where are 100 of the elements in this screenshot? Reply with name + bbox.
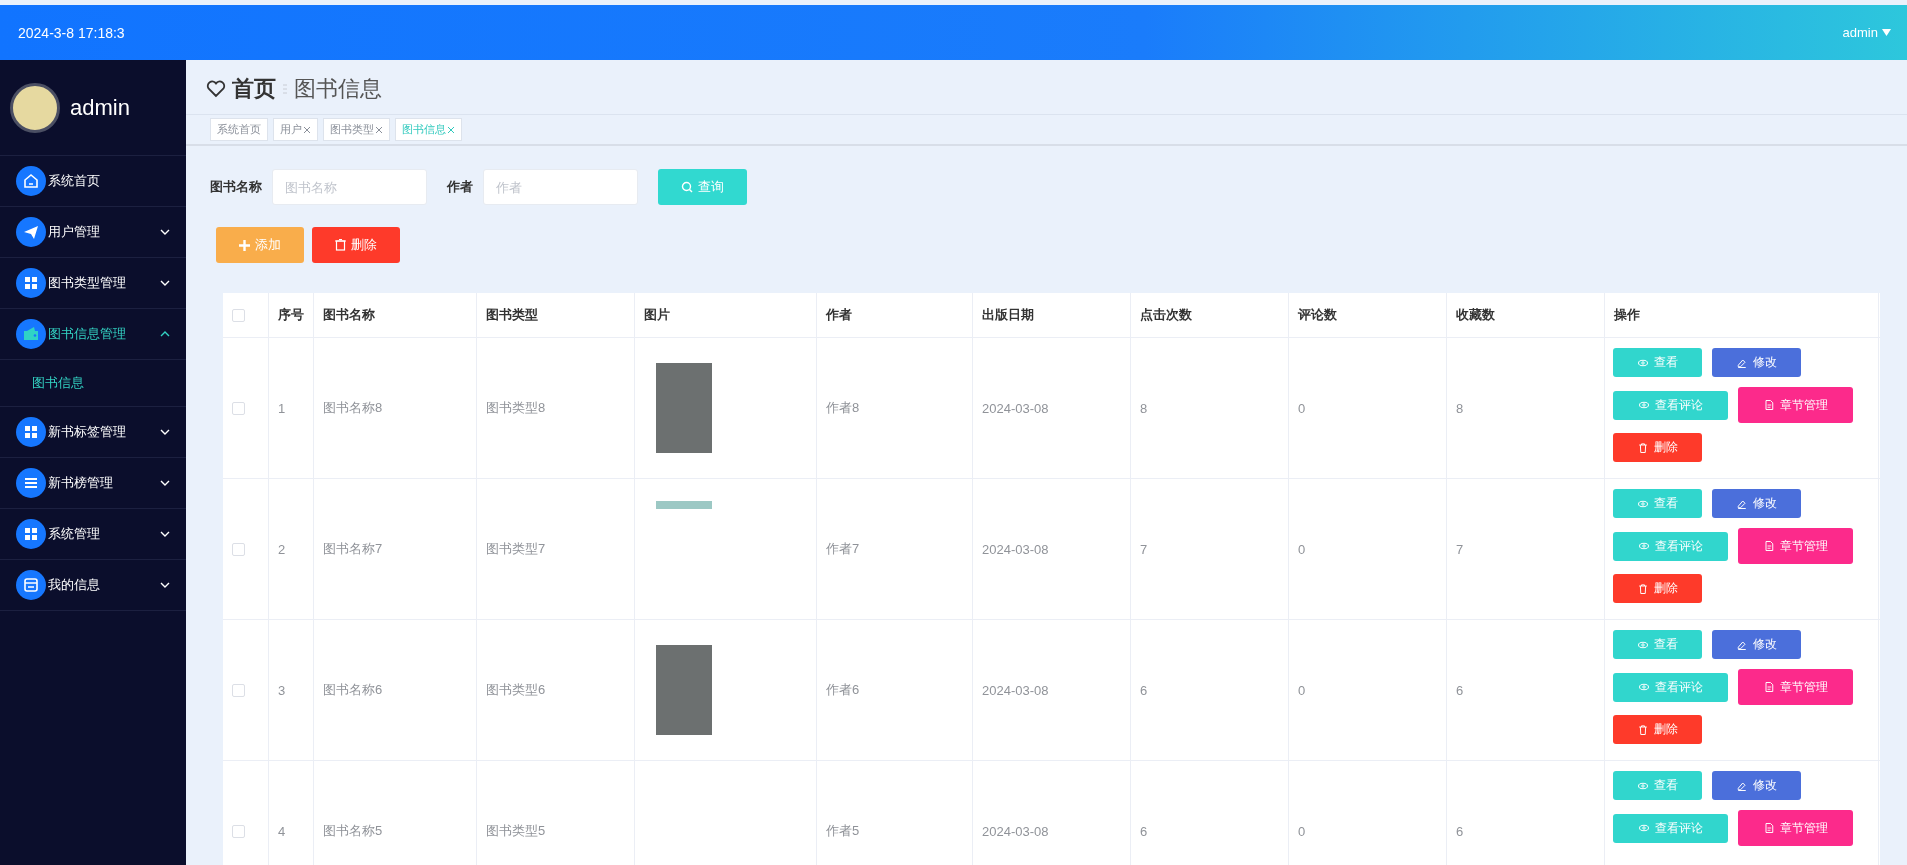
heart-icon	[206, 80, 226, 98]
tab[interactable]: 图书类型	[323, 118, 390, 141]
table-cell: 0	[1289, 761, 1447, 865]
grid-icon	[16, 417, 46, 447]
sidebar-item[interactable]: 用户管理	[0, 207, 186, 258]
action-button[interactable]: 查看	[1613, 489, 1702, 518]
document-icon	[1763, 681, 1775, 693]
table-cell: 2024-03-08	[973, 761, 1131, 865]
table-cell: 2	[269, 479, 314, 619]
action-button[interactable]: 查看评论	[1613, 672, 1728, 702]
sidebar-item[interactable]: 系统首页	[0, 156, 186, 207]
tab[interactable]: 系统首页	[210, 118, 268, 141]
tab[interactable]: 图书信息	[395, 118, 462, 141]
close-icon[interactable]	[447, 125, 455, 134]
action-button[interactable]: 查看	[1613, 630, 1702, 659]
table-cell: 8	[1447, 338, 1605, 478]
select-all-checkbox[interactable]	[232, 308, 245, 322]
action-button[interactable]: 修改	[1712, 771, 1801, 800]
table-cell: 图书类型6	[477, 620, 635, 760]
table-cell: 2024-03-08	[973, 620, 1131, 760]
card-icon	[16, 570, 46, 600]
field-label: 图书名称	[210, 178, 262, 196]
eye-icon	[1638, 681, 1650, 693]
action-button[interactable]: 删除	[1613, 433, 1702, 462]
eye-icon	[1638, 822, 1650, 834]
sidebar-item[interactable]: 新书榜管理	[0, 458, 186, 509]
table-cell: 8	[1131, 338, 1289, 478]
document-icon	[1763, 540, 1775, 552]
action-button[interactable]: 章节管理	[1738, 810, 1853, 846]
table-cell: 图书名称8	[314, 338, 477, 478]
grid-icon	[16, 268, 46, 298]
home-icon	[16, 166, 46, 196]
user-menu[interactable]: admin	[1842, 25, 1891, 40]
row-checkbox[interactable]	[232, 824, 245, 838]
column-header: 作者	[817, 293, 973, 337]
action-button[interactable]: 修改	[1712, 630, 1801, 659]
table-cell: 7	[1447, 479, 1605, 619]
action-button[interactable]: 查看	[1613, 771, 1702, 800]
row-checkbox[interactable]	[232, 683, 245, 697]
row-checkbox[interactable]	[232, 542, 245, 556]
table-cell: 2024-03-08	[973, 479, 1131, 619]
search-field[interactable]: 作者	[483, 169, 638, 205]
table-cell: 0	[1289, 479, 1447, 619]
action-button[interactable]: 查看评论	[1613, 390, 1728, 420]
wallet-icon	[16, 319, 46, 349]
action-button[interactable]: 章节管理	[1738, 528, 1853, 564]
document-icon	[1763, 399, 1775, 411]
action-button[interactable]: 查看评论	[1613, 813, 1728, 843]
action-button[interactable]: 删除	[1613, 715, 1702, 744]
eye-icon	[1638, 540, 1650, 552]
sidebar-subitem[interactable]: 图书信息	[0, 360, 186, 407]
delete-button[interactable]: 删除	[312, 227, 400, 263]
sidebar-item[interactable]: 我的信息	[0, 560, 186, 611]
action-button[interactable]: 修改	[1712, 489, 1801, 518]
table-cell: 图书名称6	[314, 620, 477, 760]
column-header: 评论数	[1289, 293, 1447, 337]
add-button[interactable]: 添加	[216, 227, 304, 263]
paper-plane-icon	[16, 217, 46, 247]
close-icon[interactable]	[375, 125, 383, 134]
action-button[interactable]: 查看	[1613, 348, 1702, 377]
photo-placeholder	[656, 501, 712, 509]
search-field[interactable]: 图书名称	[272, 169, 427, 205]
action-button[interactable]: 章节管理	[1738, 669, 1853, 705]
tab[interactable]: 用户	[273, 118, 318, 141]
column-header: 图书类型	[477, 293, 635, 337]
trash-icon	[1637, 582, 1649, 595]
sidebar-item[interactable]: 图书类型管理	[0, 258, 186, 309]
action-button[interactable]: 章节管理	[1738, 387, 1853, 423]
table-cell: 作者5	[817, 761, 973, 865]
column-header: 图片	[635, 293, 817, 337]
breadcrumb-home[interactable]: 首页	[232, 74, 276, 104]
sidebar-item[interactable]: 系统管理	[0, 509, 186, 560]
table-cell: 4	[269, 761, 314, 865]
table-cell: 7	[1131, 479, 1289, 619]
table-cell: 6	[1131, 620, 1289, 760]
column-header: 操作	[1605, 293, 1879, 337]
table-cell: 6	[1447, 620, 1605, 760]
list-icon	[16, 468, 46, 498]
table-cell: 图书类型7	[477, 479, 635, 619]
action-button[interactable]: 修改	[1712, 348, 1801, 377]
trash-icon	[335, 239, 346, 251]
table-cell: 图书类型8	[477, 338, 635, 478]
table-cell: 作者7	[817, 479, 973, 619]
close-icon[interactable]	[303, 125, 311, 134]
table-cell: 图书名称5	[314, 761, 477, 865]
profile-name: admin	[70, 94, 130, 121]
sidebar-item[interactable]: 图书信息管理	[0, 309, 186, 360]
column-header: 序号	[269, 293, 314, 337]
table-cell: 图书名称7	[314, 479, 477, 619]
table-cell: 6	[1131, 761, 1289, 865]
datetime-label: 2024-3-8 17:18:3	[18, 24, 125, 41]
action-button[interactable]: 删除	[1613, 574, 1702, 603]
row-checkbox[interactable]	[232, 401, 245, 415]
sidebar-item[interactable]: 新书标签管理	[0, 407, 186, 458]
table-cell: 0	[1289, 620, 1447, 760]
column-header: 收藏数	[1447, 293, 1605, 337]
action-button[interactable]: 查看评论	[1613, 531, 1728, 561]
eye-icon	[1638, 399, 1650, 411]
column-header: 点击次数	[1131, 293, 1289, 337]
field-label: 作者	[447, 178, 473, 196]
